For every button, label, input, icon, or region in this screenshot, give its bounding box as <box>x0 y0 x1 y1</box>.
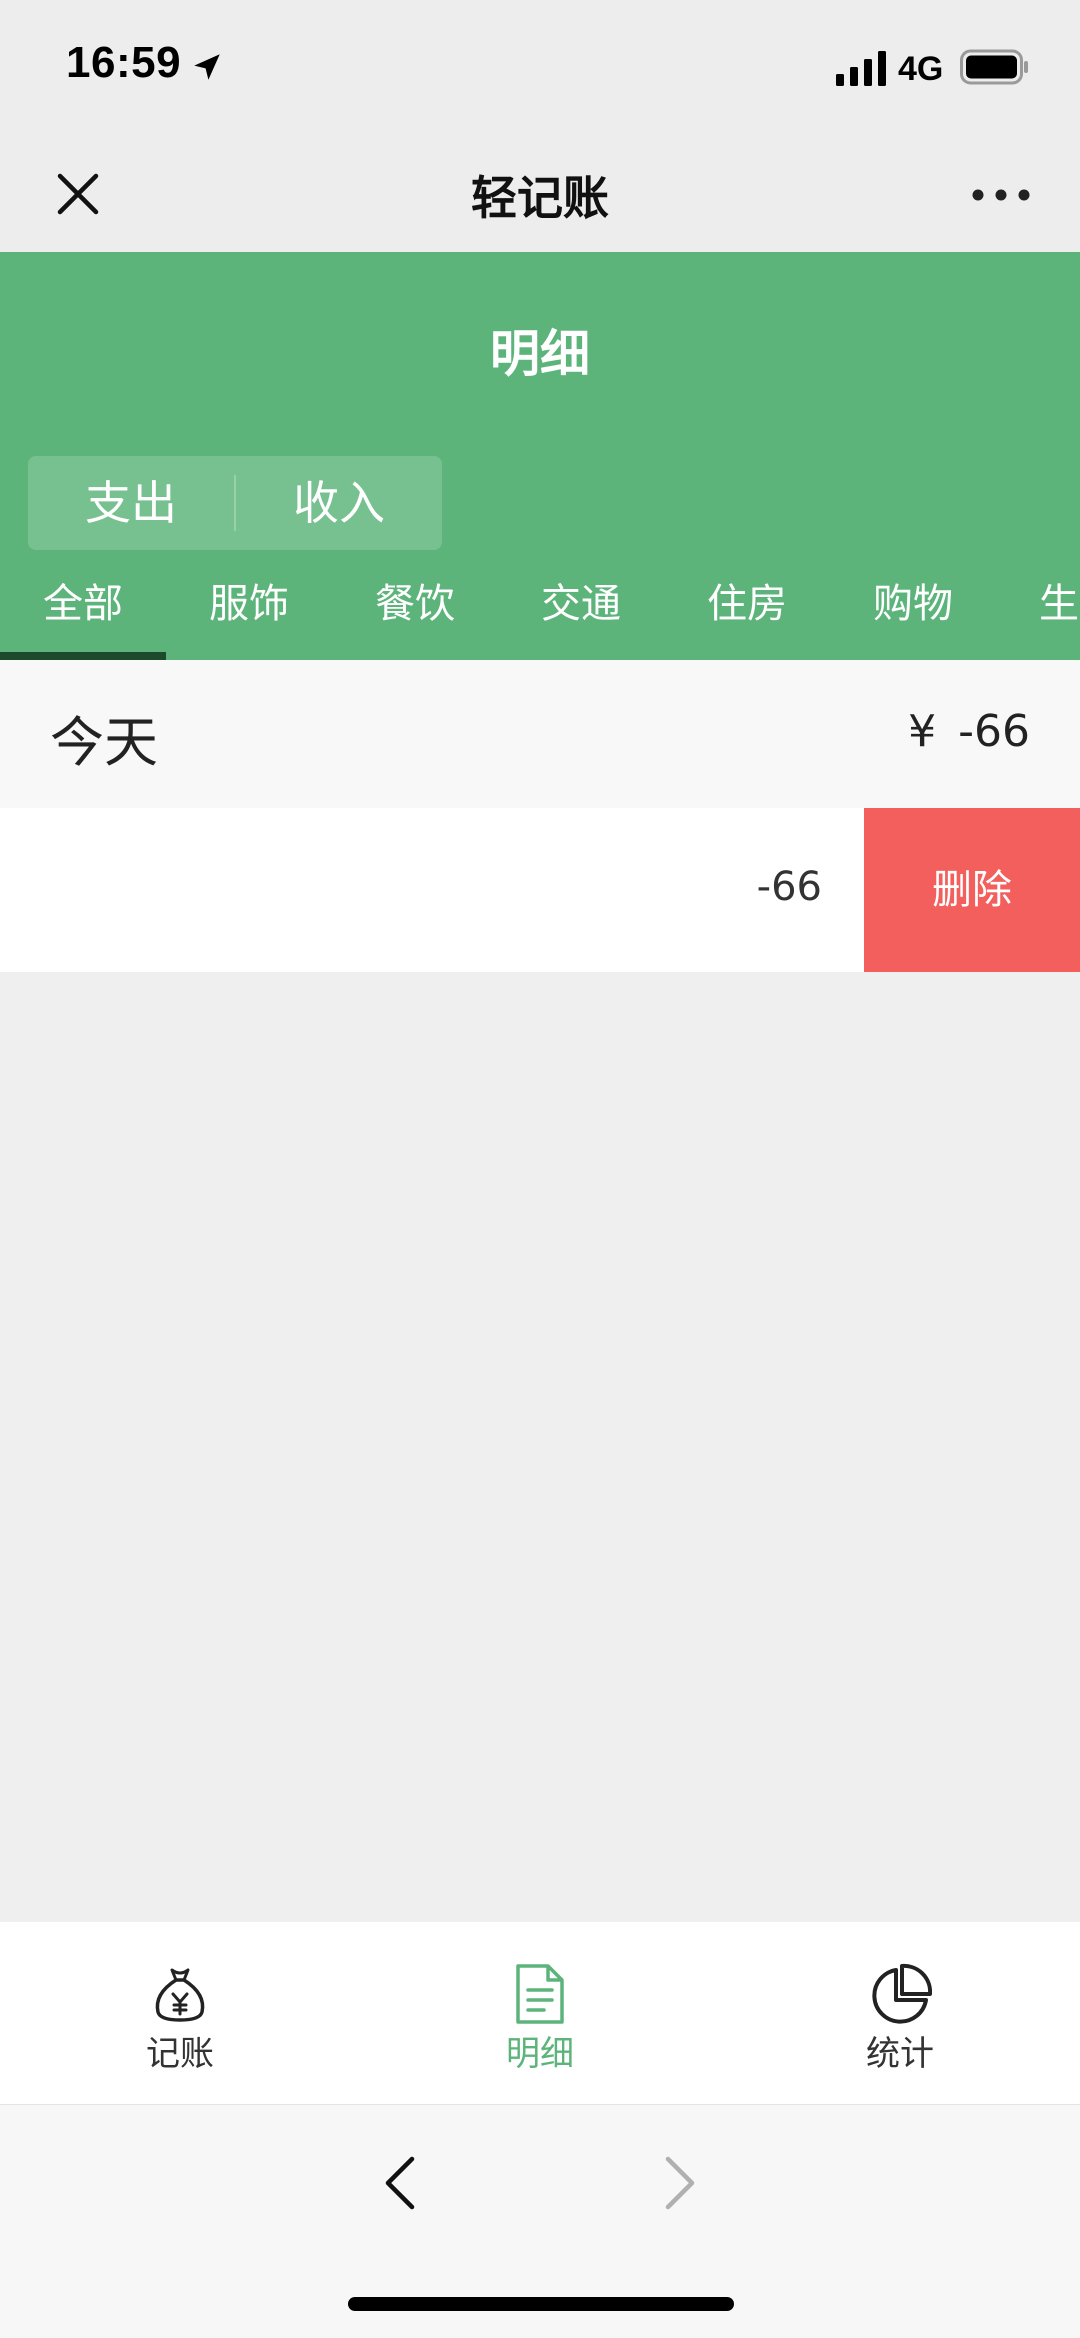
tab-transport[interactable]: 交通 <box>498 562 664 660</box>
currency-symbol: ¥ <box>908 706 937 757</box>
day-label: 今天 <box>50 711 158 774</box>
tab-bar-label: 明细 <box>506 2034 574 2074</box>
delete-button[interactable]: 删除 <box>864 808 1080 972</box>
tab-bar-item-record[interactable]: 记账 <box>0 1922 360 2104</box>
money-bag-icon <box>155 1968 205 2022</box>
tab-living[interactable]: 生活 <box>996 562 1080 660</box>
tab-bar-label: 记账 <box>146 2034 214 2074</box>
chevron-right-icon[interactable] <box>656 2151 704 2215</box>
network-type: 4G <box>898 50 944 88</box>
pie-chart-icon <box>872 1963 932 2024</box>
category-tabs: 全部 服饰 餐饮 交通 住房 购物 生活 <box>0 562 1080 660</box>
record-row[interactable]: -66 删除 <box>0 808 1080 972</box>
income-toggle-button[interactable]: 收入 <box>236 456 442 550</box>
tab-shopping[interactable]: 购物 <box>830 562 996 660</box>
more-options-icon[interactable] <box>970 180 1032 210</box>
chevron-left-icon[interactable] <box>376 2151 424 2215</box>
active-tab-indicator <box>0 652 166 660</box>
app-title: 轻记账 <box>471 171 609 225</box>
tab-housing[interactable]: 住房 <box>664 562 830 660</box>
tab-all[interactable]: 全部 <box>0 562 166 660</box>
bottom-tab-bar: 记账 明细 统计 <box>0 1922 1080 2104</box>
home-indicator[interactable] <box>348 2297 734 2311</box>
day-total: ¥ -66 <box>908 706 1030 757</box>
expense-toggle-button[interactable]: 支出 <box>28 456 234 550</box>
tab-dining[interactable]: 餐饮 <box>332 562 498 660</box>
status-bar: 16:59 4G <box>0 0 1080 130</box>
expense-income-toggle: 支出 收入 <box>28 456 442 550</box>
location-arrow-icon <box>194 54 220 80</box>
record-amount: -66 <box>756 864 822 910</box>
tab-bar-label: 统计 <box>866 2034 934 2074</box>
day-group-header: 今天 ¥ -66 <box>0 660 1080 808</box>
battery-icon <box>960 49 1028 85</box>
page-title: 明细 <box>490 325 590 383</box>
cellular-signal-icon <box>836 51 886 86</box>
mini-program-nav-bar: 轻记账 <box>0 130 1080 252</box>
day-total-amount: -66 <box>958 706 1030 757</box>
details-header: 明细 支出 收入 全部 服饰 餐饮 交通 住房 购物 生活 <box>0 252 1080 660</box>
browser-toolbar <box>0 2104 1080 2338</box>
status-time: 16:59 <box>66 38 182 87</box>
tab-bar-item-details[interactable]: 明细 <box>360 1922 720 2104</box>
tab-bar-item-stats[interactable]: 统计 <box>720 1922 1080 2104</box>
tab-clothing[interactable]: 服饰 <box>166 562 332 660</box>
document-icon <box>516 1964 564 2024</box>
